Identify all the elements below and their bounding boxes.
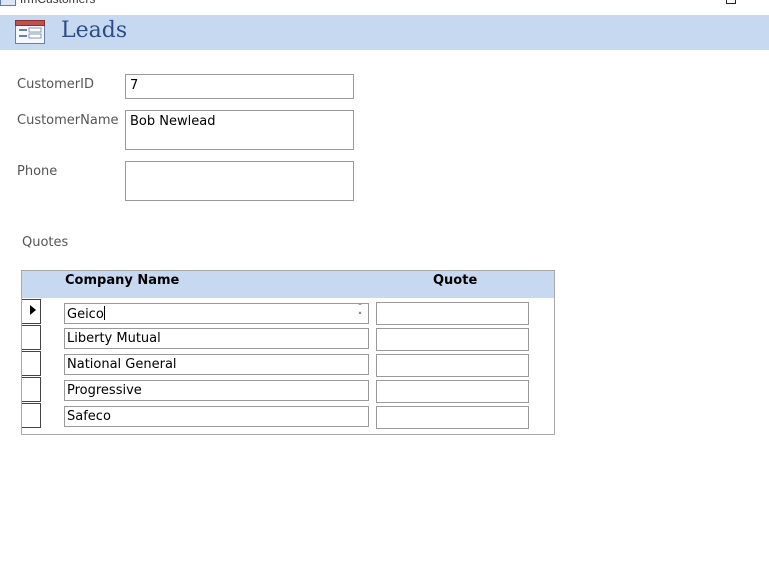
company-name-field[interactable]: Liberty Mutual: [64, 328, 369, 349]
phone-label: Phone: [17, 164, 58, 179]
company-name-field[interactable]: Safeco: [64, 406, 369, 427]
customer-name-field[interactable]: Bob Newlead: [125, 110, 354, 150]
quote-field[interactable]: [376, 380, 529, 403]
customer-id-field[interactable]: 7: [125, 74, 354, 99]
quotes-subform-label: Quotes: [22, 235, 69, 250]
form-title: Leads: [61, 18, 128, 43]
record-selector[interactable]: [22, 403, 41, 428]
record-selector[interactable]: [22, 299, 41, 324]
company-name-combo[interactable]: Geico ˄ ˅: [64, 303, 369, 324]
form-icon: [15, 20, 45, 44]
customer-name-label: CustomerName: [17, 113, 119, 128]
window-tab-title: frmCustomers: [20, 0, 95, 6]
record-selector[interactable]: [22, 377, 41, 402]
column-header-company-name: Company Name: [65, 273, 180, 288]
quote-field[interactable]: [376, 406, 529, 429]
company-name-field[interactable]: National General: [64, 354, 369, 375]
restore-window-button[interactable]: [726, 0, 736, 4]
company-name-value: Geico: [67, 307, 104, 322]
quote-field[interactable]: [376, 328, 529, 351]
column-header-quote: Quote: [433, 273, 478, 288]
current-record-arrow-icon: [30, 305, 36, 315]
combo-spin-arrows-icon[interactable]: ˄ ˅: [354, 304, 366, 323]
customer-id-label: CustomerID: [17, 77, 94, 92]
quote-field[interactable]: [376, 302, 529, 325]
record-selector[interactable]: [22, 325, 41, 350]
quote-field[interactable]: [376, 354, 529, 377]
quotes-grid-header: Company Name Quote: [22, 271, 554, 298]
window-title-strip: frmCustomers: [0, 0, 769, 15]
company-name-field[interactable]: Progressive: [64, 380, 369, 401]
record-selector[interactable]: [22, 351, 41, 376]
quotes-subform: Company Name Quote Geico ˄ ˅ Liberty Mutu…: [21, 270, 555, 435]
phone-field[interactable]: [125, 161, 354, 201]
form-header: Leads: [0, 15, 769, 50]
text-cursor: [103, 306, 105, 320]
form-document-icon: [0, 0, 16, 6]
